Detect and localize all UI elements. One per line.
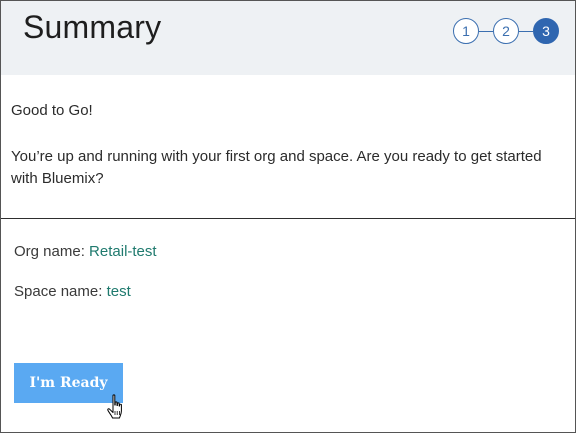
org-name-label: Org name:: [14, 243, 85, 260]
space-name-label: Space name:: [14, 283, 103, 300]
step-indicator: 1 2 3: [453, 18, 561, 46]
status-heading: Good to Go!: [11, 102, 93, 119]
space-name-value: test: [106, 283, 131, 300]
details-section: Org name: Retail-test Space name: test I…: [1, 220, 575, 432]
step-2[interactable]: 2: [493, 18, 519, 44]
space-name-row: Space name: test: [14, 283, 131, 300]
step-connector: [519, 31, 533, 32]
step-1[interactable]: 1: [453, 18, 479, 44]
summary-dialog: Summary 1 2 3 Good to Go! You’re up and …: [0, 0, 576, 433]
intro-section: Good to Go! You’re up and running with y…: [1, 75, 575, 219]
page-title: Summary: [23, 9, 162, 45]
org-name-row: Org name: Retail-test: [14, 243, 157, 260]
step-3-active[interactable]: 3: [533, 18, 559, 44]
hand-pointer-icon: [107, 394, 122, 419]
org-name-value: Retail-test: [89, 243, 157, 260]
summary-header: Summary 1 2 3: [1, 1, 575, 75]
step-connector: [479, 31, 493, 32]
intro-message: You’re up and running with your first or…: [11, 148, 542, 187]
